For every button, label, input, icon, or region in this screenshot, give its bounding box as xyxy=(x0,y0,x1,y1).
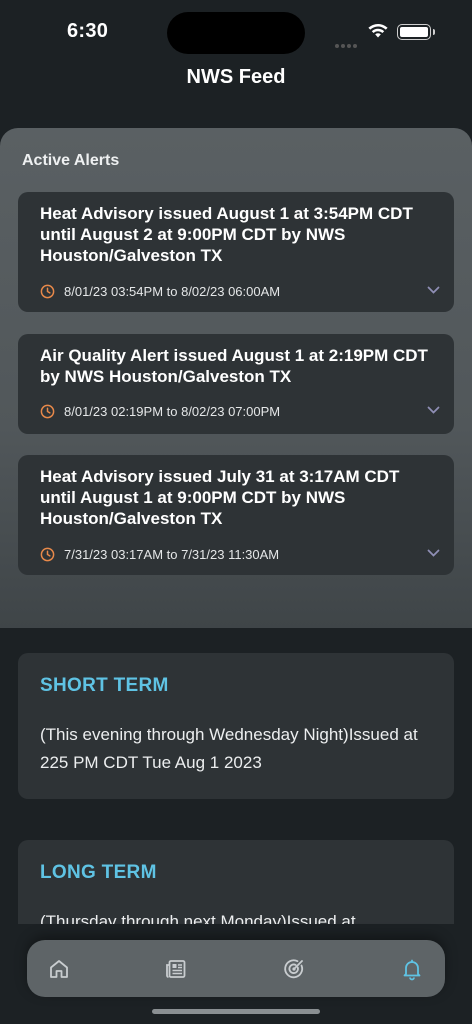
bell-icon xyxy=(403,959,421,981)
alert-title: Air Quality Alert issued August 1 at 2:1… xyxy=(40,346,428,386)
tab-radar[interactable] xyxy=(282,957,306,981)
short-term-card[interactable]: SHORT TERM (This evening through Wednesd… xyxy=(18,653,454,799)
alert-time-text: 7/31/23 03:17AM to 7/31/23 11:30AM xyxy=(64,547,280,562)
status-bar: 6:30 xyxy=(0,0,472,60)
page-title: NWS Feed xyxy=(186,66,286,88)
alert-time-range: 8/01/23 02:19PM to 8/02/23 07:00PM xyxy=(40,404,280,419)
alert-time-text: 8/01/23 02:19PM to 8/02/23 07:00PM xyxy=(64,404,281,419)
radar-icon xyxy=(284,959,304,979)
alert-title: Heat Advisory issued July 31 at 3:17AM C… xyxy=(40,467,400,528)
alert-time-range: 8/01/23 03:54PM to 8/02/23 06:00AM xyxy=(40,284,280,299)
alert-time-range: 7/31/23 03:17AM to 7/31/23 11:30AM xyxy=(40,547,279,562)
tab-alerts[interactable] xyxy=(400,957,424,981)
clock-icon xyxy=(40,404,55,419)
alert-card[interactable]: Heat Advisory issued August 1 at 3:54PM … xyxy=(18,192,454,312)
chevron-down-icon[interactable] xyxy=(427,406,440,415)
alerts-heading: Active Alerts xyxy=(22,152,120,169)
cellular-signal-icon xyxy=(335,35,359,53)
tab-bar xyxy=(27,940,445,997)
chevron-down-icon[interactable] xyxy=(427,286,440,295)
tab-news[interactable] xyxy=(164,957,188,981)
short-term-body: (This evening through Wednesday Night)Is… xyxy=(40,725,418,772)
long-term-title: LONG TERM xyxy=(40,862,157,883)
dynamic-island xyxy=(167,12,305,54)
active-alerts-panel: Active Alerts Heat Advisory issued Augus… xyxy=(0,128,472,628)
alert-title: Heat Advisory issued August 1 at 3:54PM … xyxy=(40,204,413,265)
short-term-title: SHORT TERM xyxy=(40,675,169,696)
alert-card[interactable]: Heat Advisory issued July 31 at 3:17AM C… xyxy=(18,455,454,575)
clock-icon xyxy=(40,284,55,299)
status-time: 6:30 xyxy=(67,20,109,42)
alert-card[interactable]: Air Quality Alert issued August 1 at 2:1… xyxy=(18,334,454,434)
clock-icon xyxy=(40,547,55,562)
home-icon xyxy=(50,960,68,978)
wifi-icon xyxy=(367,23,389,44)
chevron-down-icon[interactable] xyxy=(427,549,440,558)
battery-icon xyxy=(397,24,435,40)
alert-time-text: 8/01/23 03:54PM to 8/02/23 06:00AM xyxy=(64,284,281,299)
newspaper-icon xyxy=(166,960,186,978)
tab-home[interactable] xyxy=(47,957,71,981)
home-indicator xyxy=(152,1009,320,1014)
